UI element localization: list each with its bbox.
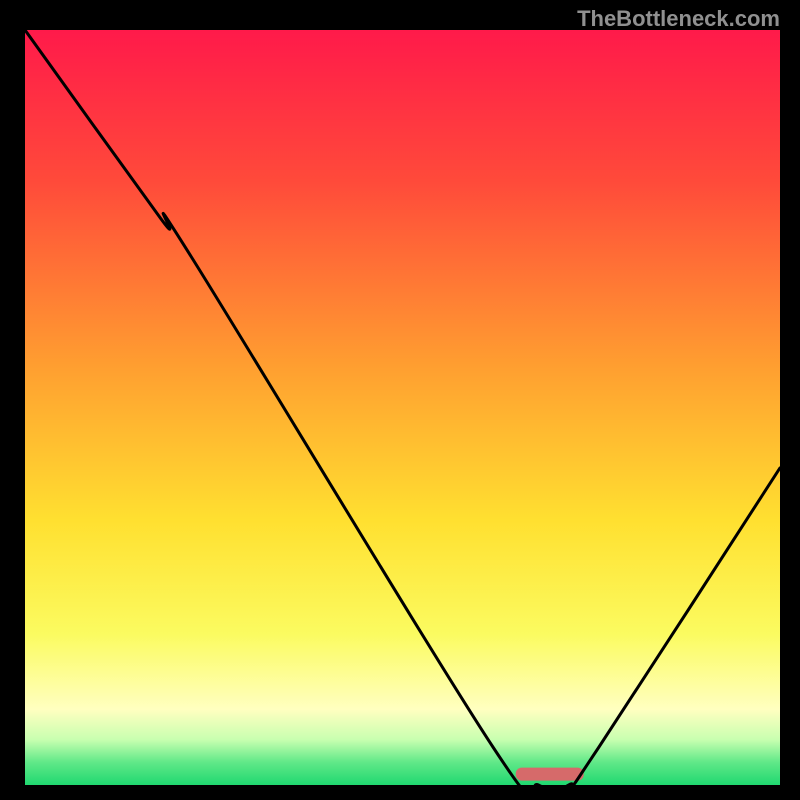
optimal-marker — [516, 768, 584, 781]
watermark-text: TheBottleneck.com — [577, 6, 780, 32]
chart-plot-area — [25, 30, 780, 785]
chart-background-gradient — [25, 30, 780, 785]
chart-svg — [25, 30, 780, 785]
